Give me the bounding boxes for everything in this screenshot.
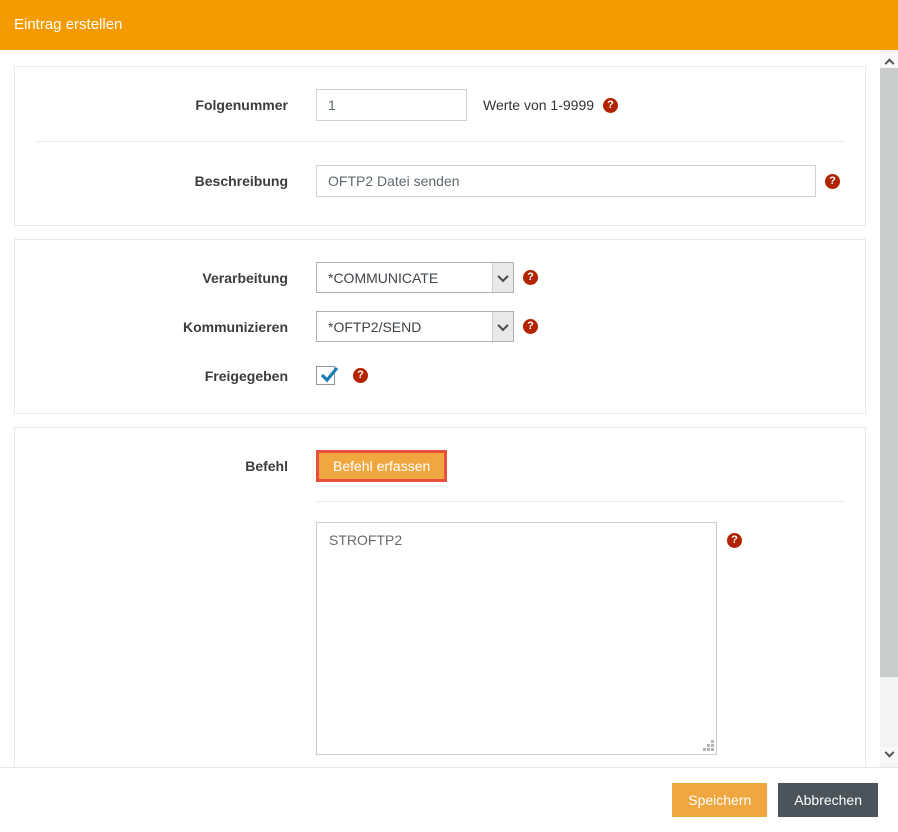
freigegeben-label: Freigegeben: [204, 367, 288, 384]
verarbeitung-label: Verarbeitung: [202, 269, 288, 286]
chevron-down-icon: [884, 747, 894, 758]
panel-identification: Folgenummer Werte von 1-9999 ? Beschreib…: [14, 66, 866, 226]
row-verarbeitung: Verarbeitung *COMMUNICATE ?: [15, 262, 865, 293]
folgenummer-help-icon[interactable]: ?: [603, 97, 619, 113]
verarbeitung-help-icon[interactable]: ?: [523, 270, 538, 285]
scrollbar-thumb[interactable]: [880, 68, 898, 677]
dialog-footer: Speichern Abbrechen: [0, 768, 898, 832]
divider: [36, 141, 845, 142]
panel-command: Befehl Befehl erfassen STROFTP2 ?: [14, 427, 866, 767]
row-freigegeben: Freigegeben ?: [15, 366, 865, 385]
panel-processing: Verarbeitung *COMMUNICATE ? Kommuniziere…: [14, 239, 866, 414]
command-textarea-wrap: STROFTP2: [316, 522, 717, 755]
beschreibung-help-icon[interactable]: ?: [825, 173, 840, 189]
vertical-scrollbar[interactable]: [880, 50, 898, 767]
folgenummer-hint: Werte von 1-9999: [483, 97, 595, 113]
row-befehl: Befehl Befehl erfassen: [15, 450, 865, 482]
folgenummer-label: Folgenummer: [195, 97, 288, 113]
dialog-title: Eintrag erstellen: [0, 0, 898, 50]
folgenummer-input[interactable]: [316, 89, 467, 121]
verarbeitung-selected-value: *COMMUNICATE: [328, 269, 439, 286]
kommunizieren-select[interactable]: *OFTP2/SEND: [316, 311, 514, 342]
beschreibung-label: Beschreibung: [194, 173, 288, 189]
row-command-text: STROFTP2 ?: [15, 522, 865, 755]
row-beschreibung: Beschreibung ?: [15, 165, 865, 197]
save-button[interactable]: Speichern: [672, 783, 768, 817]
verarbeitung-select[interactable]: *COMMUNICATE: [316, 262, 514, 293]
form-content: Folgenummer Werte von 1-9999 ? Beschreib…: [0, 50, 880, 767]
freigegeben-checkbox[interactable]: [316, 366, 339, 385]
chevron-down-icon: [497, 319, 509, 331]
dialog-body: Folgenummer Werte von 1-9999 ? Beschreib…: [0, 50, 898, 768]
kommunizieren-dropdown-button[interactable]: [492, 312, 513, 341]
verarbeitung-dropdown-button[interactable]: [492, 263, 513, 292]
chevron-up-icon: [884, 57, 894, 68]
freigegeben-checkmark: [320, 366, 339, 383]
kommunizieren-help-icon[interactable]: ?: [523, 319, 538, 334]
command-textarea[interactable]: STROFTP2: [316, 522, 717, 755]
scroll-down-button[interactable]: [880, 747, 898, 763]
freigegeben-help-icon[interactable]: ?: [353, 368, 368, 383]
cancel-button[interactable]: Abbrechen: [778, 783, 878, 817]
kommunizieren-label: Kommunizieren: [182, 318, 288, 335]
resize-grip-icon[interactable]: [703, 740, 714, 751]
divider: [316, 501, 845, 502]
row-folgenummer: Folgenummer Werte von 1-9999 ?: [15, 89, 865, 121]
chevron-down-icon: [497, 270, 509, 282]
befehl-erfassen-button[interactable]: Befehl erfassen: [316, 450, 448, 482]
row-kommunizieren: Kommunizieren *OFTP2/SEND ?: [15, 311, 865, 342]
befehl-label: Befehl: [245, 458, 288, 474]
beschreibung-input[interactable]: [316, 165, 816, 197]
scroll-up-button[interactable]: [880, 52, 898, 68]
kommunizieren-selected-value: *OFTP2/SEND: [328, 318, 422, 335]
command-help-icon[interactable]: ?: [727, 533, 742, 548]
